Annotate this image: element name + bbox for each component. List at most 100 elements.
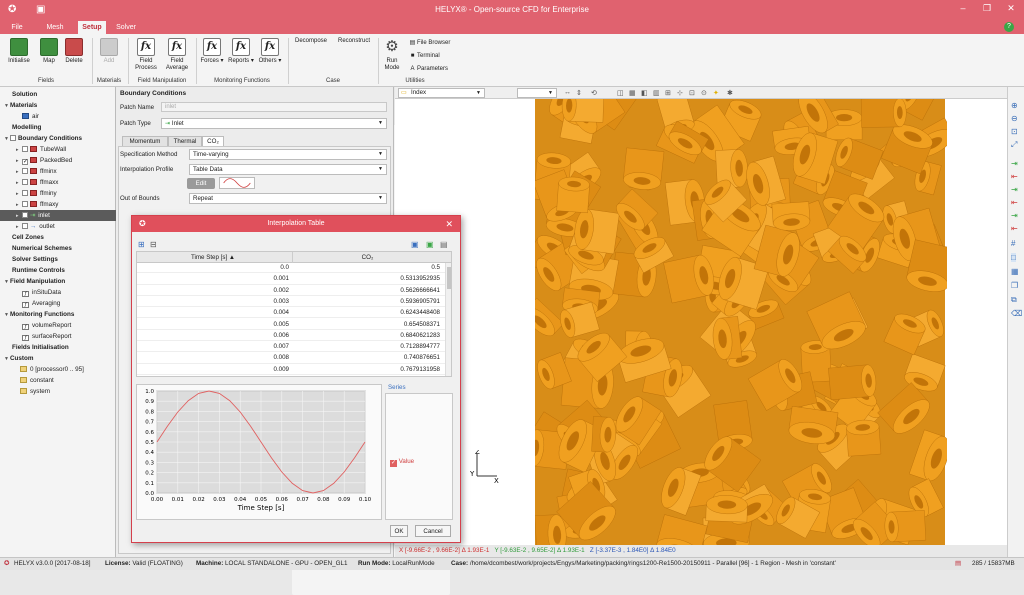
tree-item-volumereport[interactable]: f volumeReport	[0, 320, 116, 331]
patch-name-field[interactable]: inlet	[161, 102, 387, 112]
table-row[interactable]: 0.007 0.7128894777	[137, 342, 447, 353]
help-icon[interactable]: ?	[1004, 22, 1014, 32]
save-icon[interactable]: ▣	[411, 240, 419, 249]
tab-momentum[interactable]: Momentum	[122, 136, 168, 146]
export-icon[interactable]: ▣	[426, 240, 434, 249]
tree-item-insitudata[interactable]: f inSituData	[0, 287, 116, 298]
ok-button[interactable]: OK	[390, 525, 408, 537]
co2-cell[interactable]: 0.5313952935	[295, 274, 440, 284]
component-select[interactable]: ▼	[517, 88, 557, 98]
checkbox[interactable]	[22, 179, 28, 185]
tree-item-averaging[interactable]: f Averaging	[0, 298, 116, 309]
edit-button[interactable]: Edit	[187, 178, 215, 189]
time-cell[interactable]: 0.009	[137, 365, 289, 375]
tree-item-numerical-schemes[interactable]: Numerical Schemes	[0, 243, 116, 254]
spec-method-select[interactable]: Time-varying ▼	[189, 149, 387, 160]
scale-icon[interactable]: ⇕	[576, 89, 582, 97]
close-icon[interactable]: ✕	[445, 216, 453, 232]
tab-file[interactable]: File	[4, 21, 30, 34]
tree-item-inlet[interactable]: ▸ ⇥ inlet	[0, 210, 116, 221]
tab-setup[interactable]: Setup	[78, 21, 106, 34]
cancel-button[interactable]: Cancel	[415, 525, 451, 537]
zoom-out-icon[interactable]: ⊖	[1011, 114, 1018, 123]
field-average-button[interactable]: fx Field Average	[163, 38, 191, 72]
col-header-co2[interactable]: CO₂	[292, 252, 442, 263]
reset-icon[interactable]: ⟲	[591, 89, 597, 97]
co2-cell[interactable]: 0.740876651	[295, 353, 440, 363]
light-icon[interactable]: ✦	[713, 89, 719, 97]
field-select[interactable]: ▭ Index ▼	[398, 88, 485, 98]
time-cell[interactable]: 0.008	[137, 353, 289, 363]
checkbox[interactable]	[10, 135, 16, 141]
interp-profile-select[interactable]: Table Data ▼	[189, 164, 387, 175]
file-browser-button[interactable]: ▤ File Browser	[408, 39, 451, 47]
minimize-icon[interactable]: –	[956, 3, 970, 13]
series-item[interactable]: ✓ Value	[390, 458, 414, 467]
clear-icon[interactable]: ⌫	[1011, 309, 1022, 318]
co2-cell[interactable]: 0.6840621283	[295, 331, 440, 341]
scroll-thumb[interactable]	[447, 267, 451, 289]
view-y-minus-icon[interactable]: ⇤	[1011, 198, 1018, 207]
map-button[interactable]: Map	[38, 38, 60, 65]
tree-item-ffminx[interactable]: ▸ ffminx	[0, 166, 116, 177]
reports-button[interactable]: fx Reports ▾	[228, 38, 254, 65]
decompose-button[interactable]: Decompose	[292, 38, 408, 595]
patch-type-select[interactable]: ⇥ Inlet ▼	[161, 118, 387, 129]
time-cell[interactable]: 0.0	[137, 263, 289, 273]
checkbox-checked[interactable]: ✓	[22, 159, 28, 165]
view-x-minus-icon[interactable]: ⇤	[1011, 172, 1018, 181]
tree-item-runtime-controls[interactable]: Runtime Controls	[0, 265, 116, 276]
outline-icon[interactable]: ▥	[653, 89, 660, 97]
time-cell[interactable]: 0.001	[137, 274, 289, 284]
table-icon[interactable]: ▦	[1011, 267, 1019, 276]
memory-icon[interactable]: ▤	[955, 558, 961, 570]
table-row[interactable]: 0.004 0.6243448408	[137, 308, 447, 319]
table-scrollbar[interactable]	[445, 263, 451, 376]
co2-cell[interactable]: 0.654508371	[295, 320, 440, 330]
tab-mesh[interactable]: Mesh	[40, 21, 70, 34]
tree-item-ffmaxy[interactable]: ▸ ffmaxy	[0, 199, 116, 210]
checkbox[interactable]	[22, 146, 28, 152]
cursor-icon[interactable]: ✱	[727, 89, 733, 97]
frame-icon[interactable]: □	[1011, 253, 1016, 262]
checkbox[interactable]	[22, 201, 28, 207]
zoom-box-icon[interactable]: ⊡	[1011, 127, 1018, 136]
table-row[interactable]: 0.009 0.7679131958	[137, 365, 447, 375]
tree-item-system[interactable]: system	[0, 386, 116, 397]
range-icon[interactable]: ↔	[564, 89, 571, 96]
layers-icon[interactable]: ⧉	[1011, 295, 1017, 305]
col-header-time[interactable]: Time Step [s] ▲	[137, 252, 289, 263]
tab-solver[interactable]: Solver	[110, 21, 142, 34]
tree-item-cell-zones[interactable]: Cell Zones	[0, 232, 116, 243]
tree-item-monitoring-functions[interactable]: ▼Monitoring Functions	[0, 309, 116, 320]
table-row[interactable]: 0.008 0.740876651	[137, 353, 447, 364]
co2-cell[interactable]: 0.5	[295, 263, 440, 273]
maximize-icon[interactable]: ❐	[980, 3, 994, 14]
grid-icon[interactable]: #	[1011, 239, 1015, 248]
table-row[interactable]: 0.002 0.5626666641	[137, 286, 447, 296]
copy-icon[interactable]: ▤	[440, 240, 448, 249]
tree-item-materials[interactable]: ▼Materials	[0, 100, 116, 111]
tab-thermal[interactable]: Thermal	[168, 136, 202, 146]
surface-icon[interactable]: ◧	[641, 89, 648, 97]
run-mode-button[interactable]: ⚙ Run Mode	[381, 38, 403, 72]
checkbox[interactable]	[22, 212, 28, 218]
tree-item-ffminy[interactable]: ▸ ffminy	[0, 188, 116, 199]
table-row[interactable]: 0.001 0.5313952935	[137, 274, 447, 285]
tree-item-custom[interactable]: ▼Custom	[0, 353, 116, 364]
add-material-button[interactable]: Add	[98, 38, 120, 65]
copy-icon[interactable]: ❐	[1011, 281, 1018, 290]
forces-button[interactable]: fx Forces ▾	[200, 38, 224, 65]
fit-icon[interactable]: ⤢	[1011, 140, 1017, 150]
others-button[interactable]: fx Others ▾	[257, 38, 283, 65]
time-cell[interactable]: 0.005	[137, 320, 289, 330]
time-cell[interactable]: 0.002	[137, 286, 289, 296]
tree-item-processor[interactable]: 0 [processor0 .. 95]	[0, 364, 116, 375]
tree-item-solver-settings[interactable]: Solver Settings	[0, 254, 116, 265]
out-of-bounds-select[interactable]: Repeat ▼	[189, 193, 387, 204]
tree-item-surfacereport[interactable]: f surfaceReport	[0, 331, 116, 342]
tree-item-field-manipulation[interactable]: ▼Field Manipulation	[0, 276, 116, 287]
tree-item-tubewall[interactable]: ▸ TubeWall	[0, 144, 116, 155]
remove-row-icon[interactable]: ⊟	[150, 240, 157, 249]
tree-item-ffmaxx[interactable]: ▸ ffmaxx	[0, 177, 116, 188]
